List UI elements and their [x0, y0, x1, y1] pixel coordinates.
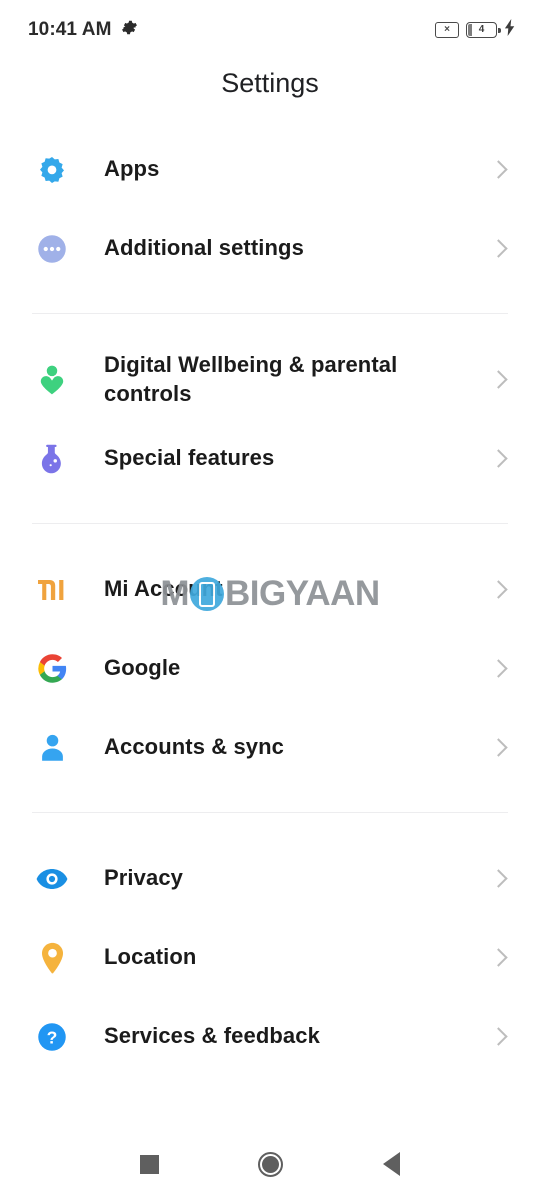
eye-icon	[30, 857, 74, 901]
settings-row-accounts-sync[interactable]: Accounts & sync	[0, 708, 540, 787]
person-icon	[30, 726, 74, 770]
recents-square-icon[interactable]	[139, 1154, 159, 1174]
flask-icon	[30, 437, 74, 481]
settings-row-label: Location	[104, 944, 197, 970]
gear-icon	[30, 148, 74, 192]
mi-logo-icon	[30, 568, 74, 612]
back-triangle-icon[interactable]	[383, 1152, 401, 1176]
status-bar: 10:41 AM × 4	[0, 0, 540, 60]
google-g-icon	[30, 647, 74, 691]
home-circle-icon[interactable]	[258, 1151, 284, 1177]
settings-row-digital-wellbeing[interactable]: Digital Wellbeing & parental controls	[0, 340, 540, 419]
settings-row-label: Google	[104, 655, 181, 681]
chevron-right-icon	[488, 658, 510, 680]
settings-row-services-feedback[interactable]: ? Services & feedback	[0, 997, 540, 1076]
battery-icon: 4	[466, 22, 501, 38]
status-bar-right: × 4	[435, 19, 516, 41]
chevron-right-icon	[488, 737, 510, 759]
settings-row-privacy[interactable]: Privacy	[0, 839, 540, 918]
settings-row-label: Apps	[104, 156, 160, 182]
no-sim-icon: ×	[435, 22, 459, 38]
chevron-right-icon	[488, 1026, 510, 1048]
page-title: Settings	[221, 68, 319, 98]
settings-row-mi-account[interactable]: Mi Account	[0, 550, 540, 629]
chevron-right-icon	[488, 448, 510, 470]
chevron-right-icon	[488, 159, 510, 181]
chevron-right-icon	[488, 947, 510, 969]
settings-row-label: Accounts & sync	[104, 734, 284, 760]
chevron-right-icon	[488, 238, 510, 260]
navigation-bar	[0, 1128, 540, 1200]
settings-screen: 10:41 AM × 4 Settings M BIGYAAN Apps Add…	[0, 0, 540, 1200]
group-divider	[32, 313, 508, 314]
group-divider	[32, 523, 508, 524]
map-pin-icon	[30, 936, 74, 980]
settings-row-label: Mi Account	[104, 576, 223, 602]
charging-bolt-icon	[504, 19, 516, 41]
battery-level-label: 4	[478, 24, 485, 35]
settings-group-4: Privacy Location ? Services & feedback	[0, 839, 540, 1076]
status-bar-left: 10:41 AM	[28, 19, 138, 41]
svg-text:?: ?	[47, 1027, 58, 1047]
person-heart-icon	[30, 358, 74, 402]
chevron-right-icon	[488, 579, 510, 601]
settings-row-label: Services & feedback	[104, 1023, 320, 1049]
settings-group-2: Digital Wellbeing & parental controls Sp…	[0, 340, 540, 498]
settings-row-label: Special features	[104, 445, 275, 471]
settings-row-location[interactable]: Location	[0, 918, 540, 997]
chevron-right-icon	[488, 369, 510, 391]
group-divider	[32, 812, 508, 813]
settings-row-special-features[interactable]: Special features	[0, 419, 540, 498]
question-circle-icon: ?	[30, 1015, 74, 1059]
settings-row-additional-settings[interactable]: Additional settings	[0, 209, 540, 288]
three-dots-circle-icon	[30, 227, 74, 271]
settings-row-label: Privacy	[104, 865, 183, 891]
chevron-right-icon	[488, 868, 510, 890]
settings-row-label: Digital Wellbeing & parental controls	[104, 352, 398, 406]
settings-list: Apps Additional settings Digital Wellbei…	[0, 130, 540, 1076]
settings-row-apps[interactable]: Apps	[0, 130, 540, 209]
gear-icon	[121, 19, 138, 41]
settings-group-1: Apps Additional settings	[0, 130, 540, 288]
settings-row-google[interactable]: Google	[0, 629, 540, 708]
status-clock: 10:41 AM	[28, 19, 112, 40]
settings-row-label: Additional settings	[104, 235, 304, 261]
settings-group-3: Mi Account Google Accounts & sync	[0, 550, 540, 787]
